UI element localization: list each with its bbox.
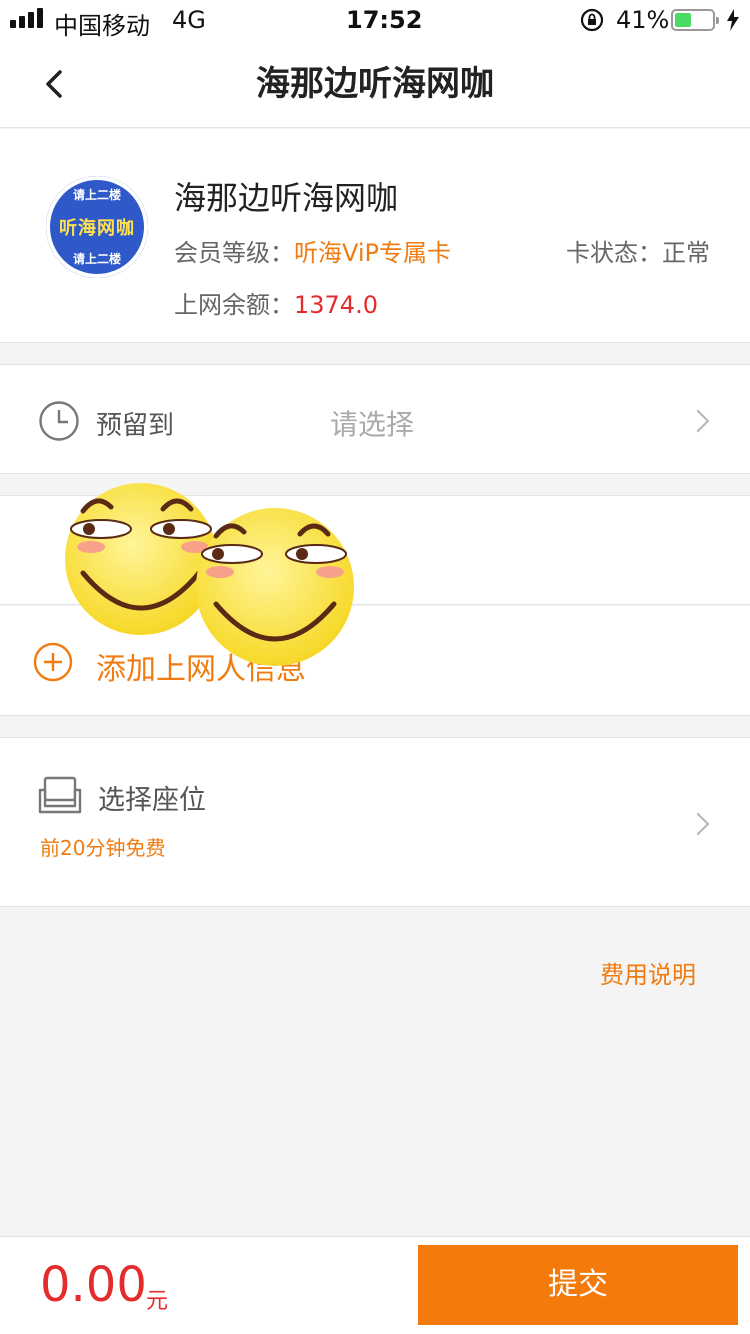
seat-icon (38, 776, 82, 816)
member-level-value: 听海ViP专属卡 (294, 239, 452, 267)
member-level-label: 会员等级： (174, 239, 294, 267)
signal-icon (10, 0, 46, 40)
page-title: 海那边听海网咖 (256, 64, 494, 104)
charging-bolt-icon (726, 9, 740, 31)
seat-row[interactable]: 选择座位 前20分钟免费 (0, 737, 750, 907)
carrier-name: 中国移动 (54, 12, 150, 40)
store-card: 请上二楼 听海网咖 请上二楼 海那边听海网咖 会员等级：听海ViP专属卡 卡状态… (0, 129, 750, 343)
seat-label: 选择座位 (98, 785, 206, 816)
balance: 上网余额：1374.0 (174, 285, 378, 320)
battery-icon (671, 9, 719, 31)
battery-percent: 41% (616, 6, 670, 34)
status-bar: 中国移动 4G 17:52 41% (0, 0, 750, 40)
nav-bar: 海那边听海网咖 (0, 40, 750, 128)
reserve-placeholder[interactable]: 请选择 (330, 403, 414, 443)
seat-free-note: 前20分钟免费 (40, 836, 166, 860)
smiley-face-right (196, 508, 354, 666)
total-amount: 0.00 (40, 1257, 147, 1313)
store-name: 海那边听海网咖 (174, 179, 399, 217)
lock-rotation-icon (580, 8, 604, 32)
logo-text: 听海网咖 (59, 218, 135, 239)
fee-explanation-link[interactable]: 费用说明 (600, 955, 696, 990)
logo-arc-top: 请上二楼 (72, 188, 121, 202)
chevron-right-icon (686, 409, 710, 433)
card-status-value: 正常 (662, 239, 710, 267)
network-type: 4G (172, 6, 206, 34)
smiley-face-left (65, 483, 217, 635)
currency-unit: 元 (146, 1289, 169, 1314)
card-status: 卡状态：正常 (566, 233, 710, 268)
store-logo: 请上二楼 听海网咖 请上二楼 (46, 176, 148, 278)
clock-time: 17:52 (346, 6, 423, 34)
logo-arc-bottom: 请上二楼 (72, 252, 121, 266)
clock-icon (38, 400, 80, 442)
reserve-label: 预留到 (96, 411, 175, 441)
member-level: 会员等级：听海ViP专属卡 (174, 233, 451, 268)
card-status-label: 卡状态： (566, 239, 662, 267)
smiley-sticker (62, 480, 362, 666)
balance-value: 1374.0 (294, 291, 378, 319)
balance-label: 上网余额： (174, 291, 294, 319)
submit-button[interactable]: 提交 (418, 1245, 738, 1325)
chevron-right-icon (686, 812, 710, 836)
reserve-row[interactable]: 预留到 请选择 (0, 364, 750, 474)
